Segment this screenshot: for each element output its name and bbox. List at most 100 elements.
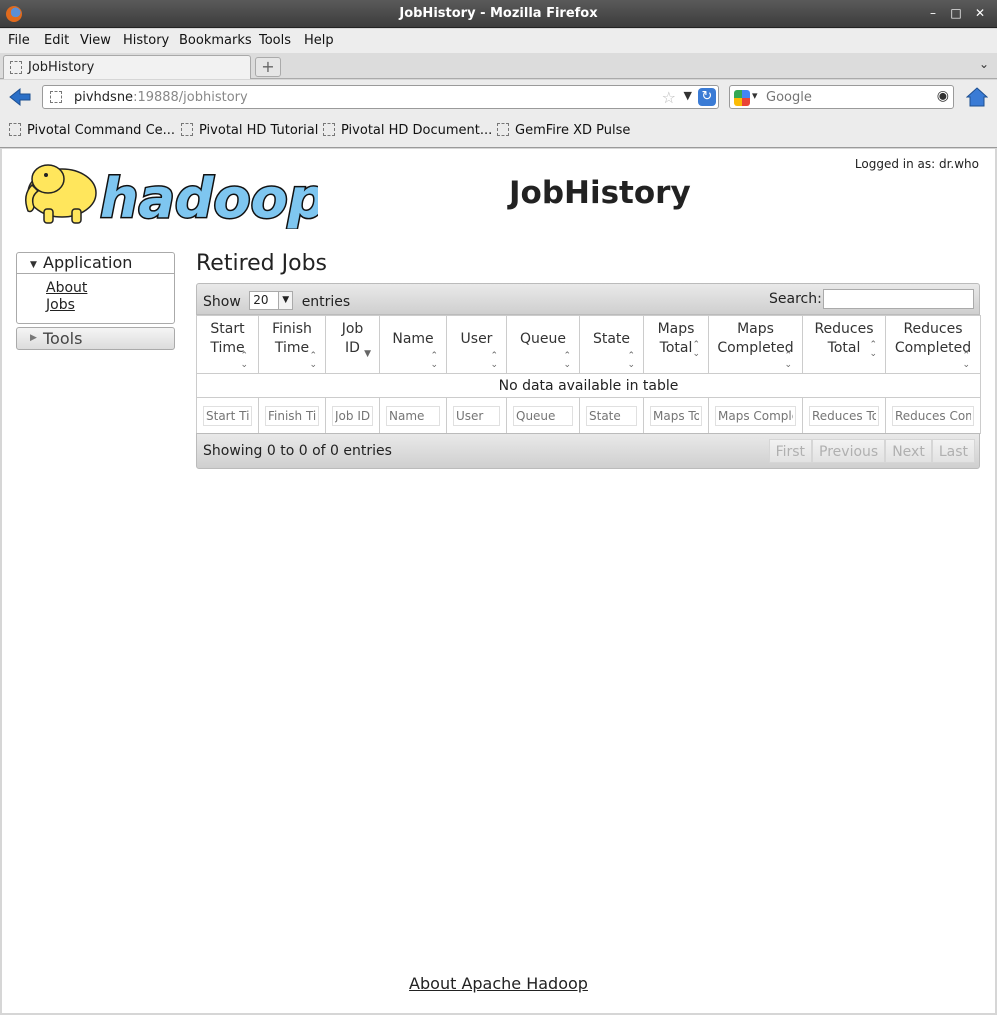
column-header-reduces-completed[interactable]: Reduces Completed ⌃ ⌄: [885, 315, 981, 374]
about-apache-hadoop-link[interactable]: About Apache Hadoop: [409, 974, 588, 993]
menu-help[interactable]: Help: [304, 33, 334, 48]
sort-icon: ⌃ ⌄: [962, 351, 970, 370]
sidebar-tools-label: Tools: [43, 329, 83, 348]
filter-name-input[interactable]: [386, 405, 440, 426]
url-bar[interactable]: pivhdsne:19888/jobhistory ☆ ▼ ↻: [42, 85, 719, 109]
page-title: JobHistory: [509, 175, 691, 211]
column-header-start-time[interactable]: Start Time ⌃ ⌄: [196, 315, 259, 374]
search-input[interactable]: [766, 88, 926, 106]
column-header-reduces-total[interactable]: Reduces Total ⌃ ⌄: [802, 315, 886, 374]
column-header-state[interactable]: State ⌃ ⌄: [579, 315, 644, 374]
menu-tools[interactable]: Tools: [259, 33, 291, 48]
sort-icon: ⌃ ⌄: [430, 351, 438, 370]
table-header-row: Start Time ⌃ ⌄ Finish Time ⌃ ⌄ Job ID ▼ Name ⌃ ⌄ U…: [196, 315, 981, 374]
table-empty-row: No data available in table: [196, 373, 981, 398]
sidebar-application-header[interactable]: ▼ Application: [17, 253, 174, 274]
bookmark-item[interactable]: Pivotal Command Ce...: [9, 123, 175, 138]
url-text: pivhdsne:19888/jobhistory: [74, 90, 248, 105]
filter-maps-total-input[interactable]: [650, 405, 702, 426]
bookmark-favicon-icon: [181, 123, 193, 136]
column-header-maps-total[interactable]: Maps Total ⌃ ⌄: [643, 315, 709, 374]
chevron-down-icon[interactable]: ⌄: [979, 57, 989, 71]
table-controls-top: Show 20 ▼ entries Search:: [196, 283, 980, 315]
sort-icon: ⌃ ⌄: [563, 351, 571, 370]
column-filter-row: [196, 397, 981, 434]
bookmark-favicon-icon: [323, 123, 335, 136]
filter-user-input[interactable]: [453, 405, 500, 426]
table-search-input[interactable]: [823, 289, 974, 309]
column-header-user[interactable]: User ⌃ ⌄: [446, 315, 507, 374]
menu-bookmarks[interactable]: Bookmarks: [179, 33, 252, 48]
tab-strip: JobHistory + ⌄: [0, 53, 997, 79]
entries-select-value: 20: [253, 293, 269, 307]
sort-icon: ⌃ ⌄: [692, 340, 700, 359]
table-info: Showing 0 to 0 of 0 entries: [203, 443, 392, 459]
hadoop-logo: hadoop: [25, 164, 318, 229]
minimize-icon[interactable]: –: [925, 5, 941, 21]
search-bar[interactable]: ▾ ◉: [729, 85, 954, 109]
sidebar-tools[interactable]: ▶ Tools: [16, 327, 175, 350]
maximize-icon[interactable]: □: [948, 5, 964, 21]
menu-history[interactable]: History: [123, 33, 169, 48]
sidebar-link-jobs[interactable]: Jobs: [46, 297, 75, 313]
dropdown-arrow-icon: ▼: [278, 292, 293, 309]
filter-maps-completed-input[interactable]: [715, 405, 796, 426]
new-tab-button[interactable]: +: [255, 57, 281, 77]
triangle-down-icon: ▼: [30, 260, 37, 270]
bookmark-item[interactable]: GemFire XD Pulse: [497, 123, 630, 138]
page-favicon-icon: [10, 61, 22, 74]
footer: About Apache Hadoop: [2, 974, 995, 993]
sort-icon: ⌃ ⌄: [309, 351, 317, 370]
logo-wordmark: hadoop: [100, 167, 318, 229]
column-header-queue[interactable]: Queue ⌃ ⌄: [506, 315, 580, 374]
home-icon[interactable]: [966, 87, 988, 107]
reload-icon[interactable]: ↻: [698, 88, 716, 106]
navigation-bar: pivhdsne:19888/jobhistory ☆ ▼ ↻ ▾ ◉: [0, 80, 997, 114]
search-engine-dropdown-icon[interactable]: ▾: [752, 89, 758, 102]
menu-file[interactable]: File: [8, 33, 30, 48]
sort-icon: ⌃ ⌄: [784, 351, 792, 370]
menu-view[interactable]: View: [80, 33, 111, 48]
bookmark-item[interactable]: Pivotal HD Document...: [323, 123, 492, 138]
retired-jobs-table: Start Time ⌃ ⌄ Finish Time ⌃ ⌄ Job ID ▼ Name ⌃ ⌄ U…: [196, 315, 981, 434]
back-arrow-icon[interactable]: [8, 87, 32, 107]
column-header-maps-completed[interactable]: Maps Completed ⌃ ⌄: [708, 315, 803, 374]
filter-state-input[interactable]: [586, 405, 637, 426]
filter-finish-time-input[interactable]: [265, 405, 319, 426]
pager-first-button[interactable]: First: [768, 439, 813, 463]
pager-previous-button[interactable]: Previous: [812, 439, 886, 463]
bookmark-favicon-icon: [497, 123, 509, 136]
sort-icon: ⌃ ⌄: [240, 351, 248, 370]
bookmark-favicon-icon: [9, 123, 21, 136]
bookmark-star-icon[interactable]: ☆: [662, 88, 676, 107]
logged-in-status: Logged in as: dr.who: [854, 157, 979, 171]
entries-length-control: Show 20 ▼ entries: [203, 291, 350, 310]
window-titlebar: JobHistory - Mozilla Firefox – □ ✕: [0, 0, 997, 28]
sidebar-link-about[interactable]: About: [46, 280, 87, 296]
pager-last-button[interactable]: Last: [931, 439, 975, 463]
filter-reduces-total-input[interactable]: [809, 405, 879, 426]
menu-bar: File Edit View History Bookmarks Tools H…: [0, 29, 997, 53]
tab-jobhistory[interactable]: JobHistory: [3, 55, 251, 79]
filter-queue-input[interactable]: [513, 405, 573, 426]
filter-start-time-input[interactable]: [203, 405, 252, 426]
google-engine-icon[interactable]: [734, 90, 750, 106]
show-label: Show: [203, 294, 241, 310]
entries-select[interactable]: 20 ▼: [249, 291, 294, 310]
section-title: Retired Jobs: [196, 251, 328, 276]
sidebar-application: ▼ Application About Jobs: [16, 252, 175, 324]
close-icon[interactable]: ✕: [972, 5, 988, 21]
table-controls-bottom: Showing 0 to 0 of 0 entries First Previo…: [196, 433, 980, 469]
menu-edit[interactable]: Edit: [44, 33, 69, 48]
sidebar-application-label: Application: [43, 253, 133, 272]
column-header-job-id[interactable]: Job ID ▼: [325, 315, 380, 374]
pager-next-button[interactable]: Next: [885, 439, 932, 463]
binoculars-icon[interactable]: ◉: [937, 88, 949, 104]
column-header-finish-time[interactable]: Finish Time ⌃ ⌄: [258, 315, 326, 374]
filter-reduces-completed-input[interactable]: [892, 405, 974, 426]
url-history-dropdown-icon[interactable]: ▼: [684, 89, 692, 102]
site-identity-icon: [50, 91, 62, 103]
bookmark-item[interactable]: Pivotal HD Tutorial: [181, 123, 318, 138]
filter-job-id-input[interactable]: [332, 405, 373, 426]
column-header-name[interactable]: Name ⌃ ⌄: [379, 315, 447, 374]
